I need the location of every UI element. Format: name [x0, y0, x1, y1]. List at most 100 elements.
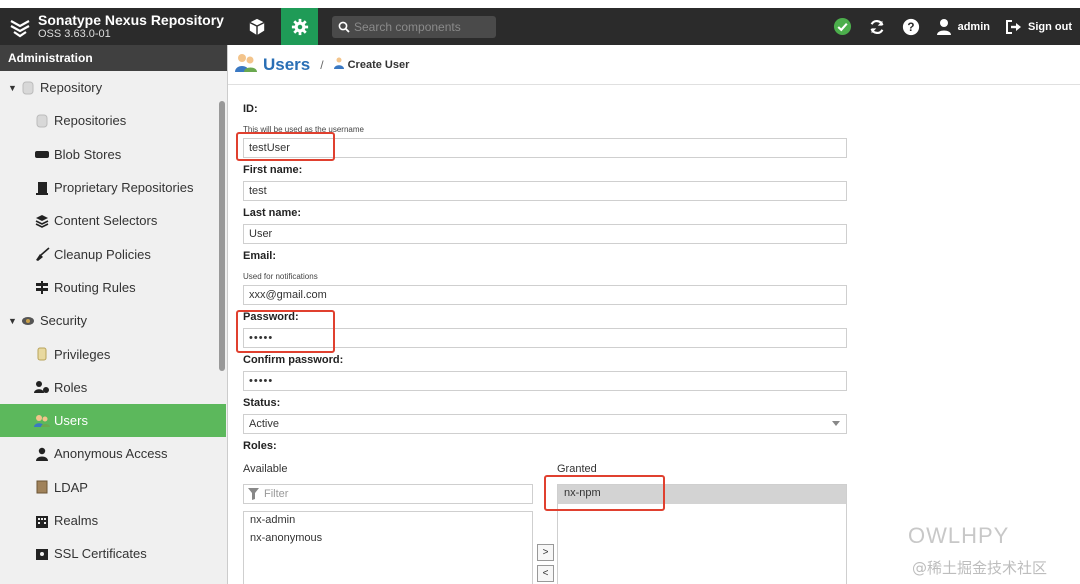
id-field[interactable] [243, 138, 847, 158]
nexus-logo-icon [10, 19, 30, 37]
door-icon [34, 180, 50, 196]
sidebar-item-security[interactable]: ▼ Security [0, 304, 227, 337]
database-icon [34, 113, 50, 129]
roles-filter-input[interactable] [264, 488, 514, 500]
confirm-password-label: Confirm password: [243, 354, 344, 366]
status-button[interactable] [826, 8, 860, 45]
search-icon [338, 21, 350, 33]
users-icon [34, 379, 50, 395]
help-button[interactable]: ? [894, 8, 928, 45]
sign-out-label: Sign out [1028, 20, 1072, 33]
browse-button[interactable] [238, 8, 275, 45]
roles-filter[interactable] [243, 484, 533, 504]
granted-roles-label: Granted [557, 463, 597, 475]
sidebar-item-ldap[interactable]: LDAP [0, 471, 227, 504]
building-icon [34, 513, 50, 529]
sidebar-scrollbar[interactable] [219, 101, 225, 371]
sidebar-item-users[interactable]: Users [0, 403, 226, 438]
sidebar-item-privileges[interactable]: Privileges [0, 337, 227, 370]
certificate-icon [34, 546, 50, 562]
sidebar-item-content-selectors[interactable]: Content Selectors [0, 204, 227, 237]
password-label: Password: [243, 311, 299, 323]
person-icon [936, 18, 951, 35]
sign-out-icon [1006, 19, 1021, 34]
move-right-button[interactable]: > [537, 544, 554, 561]
sidebar-item-anonymous-access[interactable]: Anonymous Access [0, 437, 227, 470]
sidebar-item-cleanup-policies[interactable]: Cleanup Policies [0, 237, 227, 270]
cube-icon [248, 18, 265, 35]
question-circle-icon: ? [902, 18, 919, 35]
last-name-field[interactable] [243, 224, 847, 244]
sidebar-item-ssl-certificates[interactable]: SSL Certificates [0, 537, 227, 570]
users-color-icon [34, 413, 50, 429]
first-name-label: First name: [243, 164, 303, 176]
medal-icon [34, 346, 50, 362]
sidebar-item-repositories[interactable]: Repositories [0, 104, 227, 137]
available-roles-list[interactable]: nx-admin nx-anonymous [243, 511, 533, 584]
breadcrumb-current: Create User [347, 58, 410, 71]
layers-icon [34, 213, 50, 229]
book-icon [34, 479, 50, 495]
list-item[interactable]: nx-anonymous [244, 530, 532, 548]
first-name-field[interactable] [243, 181, 847, 201]
sidebar-item-routing-rules[interactable]: Routing Rules [0, 271, 227, 304]
roles-label: Roles: [243, 440, 277, 452]
user-add-icon [333, 57, 344, 72]
sidebar-item-blob-stores[interactable]: Blob Stores [0, 138, 227, 171]
main-content: Users / Create User ID: This will be use… [228, 45, 1080, 584]
search-input[interactable] [354, 19, 494, 34]
check-circle-icon [834, 17, 852, 36]
email-label: Email: [243, 250, 277, 262]
gear-icon [291, 18, 308, 35]
filter-icon [248, 488, 259, 500]
chevron-down-icon [832, 421, 840, 426]
sidebar-nav: ▼ Repository Repositories Blob Stores Pr… [0, 71, 227, 570]
drive-icon [34, 146, 50, 162]
id-label: ID: [243, 103, 258, 115]
eye-icon [20, 313, 36, 329]
refresh-button[interactable] [860, 8, 894, 45]
status-select[interactable]: Active [243, 414, 847, 434]
breadcrumb-separator: / [320, 57, 324, 72]
page-title[interactable]: Users [263, 55, 310, 75]
app-version: OSS 3.63.0-01 [38, 27, 111, 40]
watermark-site: @稀土掘金技术社区 [912, 559, 1048, 577]
users-group-icon [235, 53, 257, 76]
watermark-brand: OWLHPY [908, 523, 1010, 548]
user-name: admin [957, 20, 990, 33]
sidebar-item-proprietary-repositories[interactable]: Proprietary Repositories [0, 171, 227, 204]
refresh-icon [870, 19, 884, 34]
sidebar-item-repository[interactable]: ▼ Repository [0, 71, 227, 104]
search-box[interactable] [332, 15, 496, 38]
granted-roles-list[interactable]: nx-npm [557, 484, 847, 584]
list-item[interactable]: nx-npm [558, 485, 846, 504]
password-field[interactable] [243, 328, 847, 348]
sidebar: Administration ▼ Repository Repositories… [0, 45, 228, 584]
sidebar-item-realms[interactable]: Realms [0, 504, 227, 537]
email-hint: Used for notifications [243, 272, 318, 281]
broom-icon [34, 246, 50, 262]
top-header: Sonatype Nexus Repository OSS 3.63.0-01 [0, 8, 1080, 45]
breadcrumb: Users / Create User [228, 45, 1080, 85]
person-icon [34, 446, 50, 462]
status-value: Active [249, 418, 279, 430]
available-roles-label: Available [243, 463, 288, 475]
move-left-button[interactable]: < [537, 565, 554, 582]
status-label: Status: [243, 397, 281, 409]
list-item[interactable]: nx-admin [244, 512, 532, 530]
sidebar-title: Administration [0, 45, 227, 71]
user-menu[interactable]: admin [928, 18, 998, 36]
brand[interactable]: Sonatype Nexus Repository OSS 3.63.0-01 [0, 13, 232, 41]
administration-button[interactable] [281, 8, 318, 45]
confirm-password-field[interactable] [243, 371, 847, 391]
signpost-icon [34, 279, 50, 295]
sign-out-link[interactable]: Sign out [998, 19, 1080, 34]
database-icon [20, 80, 36, 96]
email-field[interactable] [243, 285, 847, 305]
caret-down-icon: ▼ [8, 315, 17, 326]
svg-text:?: ? [907, 21, 914, 34]
last-name-label: Last name: [243, 207, 302, 219]
caret-down-icon: ▼ [8, 82, 17, 93]
app-name: Sonatype Nexus Repository [38, 11, 224, 28]
sidebar-item-roles[interactable]: Roles [0, 371, 227, 404]
